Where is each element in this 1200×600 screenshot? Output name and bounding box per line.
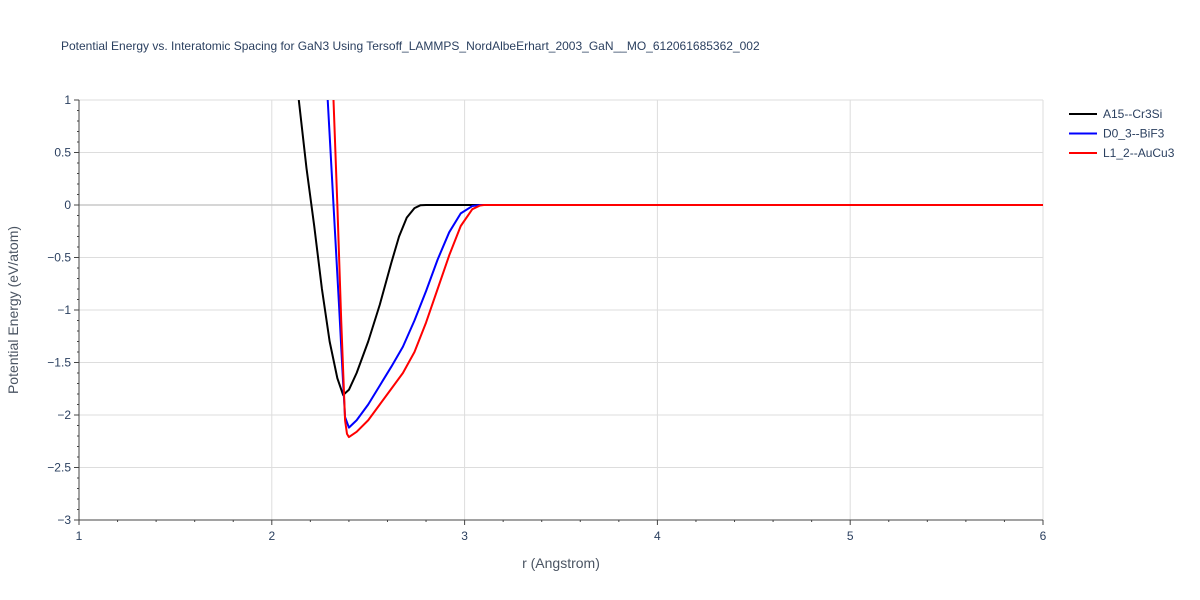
x-tick-label: 6 — [1040, 529, 1047, 543]
tick-labels: 1 2 3 4 5 6 1 0.5 0 −0.5 −1 −1.5 −2 −2.5 −3 — [47, 93, 1046, 543]
legend-label: D0_3--BiF3 — [1103, 127, 1165, 141]
y-tick-label: −1 — [57, 303, 71, 317]
x-tick-label: 3 — [461, 529, 468, 543]
y-tick-label: −1.5 — [47, 356, 71, 370]
x-tick-label: 1 — [76, 529, 83, 543]
grid-lines — [79, 99, 1044, 520]
series-line-3 — [332, 100, 1043, 439]
legend-item-3[interactable]: L1_2--AuCu3 — [1069, 146, 1175, 160]
y-tick-label: 0 — [64, 198, 71, 212]
legend-label: A15--Cr3Si — [1103, 107, 1162, 121]
series-lines — [297, 100, 1043, 439]
chart-title: Potential Energy vs. Interatomic Spacing… — [61, 39, 760, 53]
legend-item-1[interactable]: A15--Cr3Si — [1069, 107, 1162, 121]
x-axis-title: r (Angstrom) — [522, 555, 600, 571]
energy-chart: Potential Energy vs. Interatomic Spacing… — [5, 39, 1175, 571]
x-tick-label: 4 — [654, 529, 661, 543]
x-tick-label: 5 — [847, 529, 854, 543]
y-tick-label: 0.5 — [54, 146, 71, 160]
axes — [74, 99, 1044, 525]
y-tick-label: −0.5 — [47, 251, 71, 265]
y-tick-label: −3 — [57, 513, 71, 527]
series-line-1 — [297, 100, 1043, 397]
legend-item-2[interactable]: D0_3--BiF3 — [1069, 127, 1165, 141]
y-tick-label: −2 — [57, 408, 71, 422]
y-tick-label: −2.5 — [47, 461, 71, 475]
legend-label: L1_2--AuCu3 — [1103, 146, 1175, 160]
legend[interactable]: A15--Cr3Si D0_3--BiF3 L1_2--AuCu3 — [1069, 107, 1175, 160]
series-line-2 — [326, 100, 1043, 429]
x-tick-label: 2 — [268, 529, 275, 543]
y-axis-title: Potential Energy (eV/atom) — [5, 226, 21, 394]
chart-root: Potential Energy vs. Interatomic Spacing… — [0, 0, 1200, 600]
y-tick-label: 1 — [64, 93, 71, 107]
